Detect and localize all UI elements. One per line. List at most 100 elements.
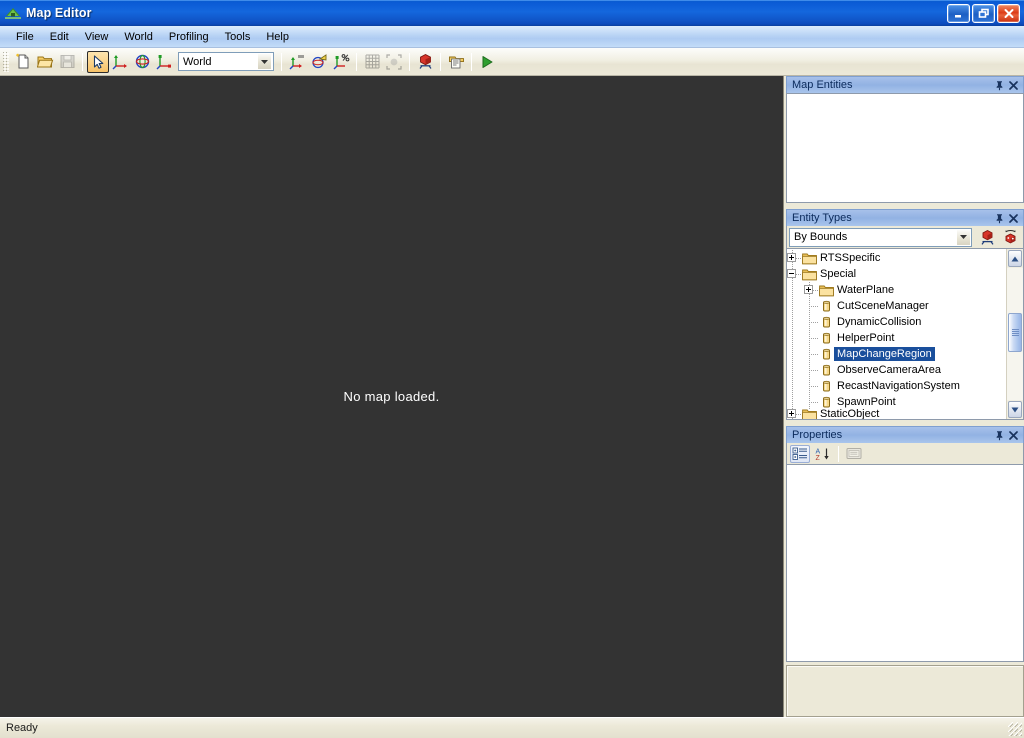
- tree-indent-guide: [787, 346, 819, 362]
- folder-icon: [801, 266, 817, 282]
- no-map-loaded-message: No map loaded.: [343, 389, 440, 404]
- close-icon[interactable]: [1006, 78, 1020, 92]
- menu-view[interactable]: View: [77, 28, 117, 46]
- menu-world[interactable]: World: [116, 28, 161, 46]
- map-entities-list[interactable]: [786, 93, 1024, 203]
- collapse-icon[interactable]: [787, 269, 796, 278]
- resize-grip-icon[interactable]: [1008, 722, 1022, 736]
- toolbar-grip[interactable]: [3, 51, 9, 72]
- menu-tools[interactable]: Tools: [217, 28, 259, 46]
- tree-item-staticobject[interactable]: StaticObject: [787, 406, 1006, 419]
- pin-icon[interactable]: [992, 211, 1006, 225]
- tree-item-label: ObserveCameraArea: [837, 364, 941, 376]
- new-map-button[interactable]: [12, 51, 34, 73]
- tree-item-mapchangeregion[interactable]: MapChangeRegion: [787, 346, 1006, 362]
- tree-indent-guide: [787, 250, 802, 266]
- scroll-up-button[interactable]: [1008, 250, 1022, 267]
- tree-indent-guide: [787, 378, 819, 394]
- chevron-down-icon[interactable]: [257, 53, 272, 70]
- tree-indent-guide: [787, 330, 819, 346]
- scale-tool-button[interactable]: [153, 51, 175, 73]
- entity-type-icon: [818, 298, 834, 314]
- map-editor-app-icon: [4, 4, 22, 22]
- properties-grid[interactable]: [786, 464, 1024, 662]
- close-icon[interactable]: [1006, 211, 1020, 225]
- tree-item-label: HelperPoint: [837, 332, 895, 344]
- tree-item-dynamiccollision[interactable]: DynamicCollision: [787, 314, 1006, 330]
- tree-indent-guide: [787, 298, 819, 314]
- tree-item-helperpoint[interactable]: HelperPoint: [787, 330, 1006, 346]
- scrollbar-track[interactable]: [1007, 268, 1023, 400]
- alphabetical-sort-button[interactable]: A Z: [813, 445, 833, 463]
- toolbar-separator: [471, 52, 472, 71]
- run-button[interactable]: [476, 51, 498, 73]
- place-entity-button[interactable]: [414, 51, 436, 73]
- scroll-down-button[interactable]: [1008, 401, 1022, 418]
- scrollbar-thumb[interactable]: [1008, 312, 1022, 353]
- tree-item-observecameraarea[interactable]: ObserveCameraArea: [787, 362, 1006, 378]
- expand-icon[interactable]: [804, 285, 813, 294]
- select-tool-button[interactable]: [87, 50, 109, 73]
- entity-type-icon: [818, 314, 834, 330]
- entity-properties-button[interactable]: [445, 51, 467, 73]
- map-entities-panel-header: Map Entities: [786, 76, 1024, 93]
- map-viewport[interactable]: No map loaded.: [0, 76, 784, 717]
- tree-item-label: DynamicCollision: [837, 316, 922, 328]
- entity-type-icon: [818, 330, 834, 346]
- properties-panel-title: Properties: [792, 429, 843, 441]
- rotate-tool-button[interactable]: [131, 51, 153, 73]
- snap-rotate-button[interactable]: [308, 51, 330, 73]
- scrollbar-grip-icon: [1011, 329, 1019, 337]
- entity-type-icon: [818, 378, 834, 394]
- entity-types-tree[interactable]: RTSSpecific Special WaterPlane CutSceneMana…: [787, 249, 1006, 419]
- minimize-button[interactable]: [947, 3, 970, 23]
- snap-scale-button[interactable]: [330, 51, 352, 73]
- open-map-button[interactable]: [34, 51, 56, 73]
- entity-types-scrollbar[interactable]: [1006, 249, 1023, 419]
- categorized-view-button[interactable]: [790, 444, 810, 463]
- menu-profiling[interactable]: Profiling: [161, 28, 217, 46]
- snap-translate-button[interactable]: [286, 51, 308, 73]
- toolbar-separator: [440, 52, 441, 71]
- properties-panel: Properties A Z: [786, 426, 1024, 717]
- translate-tool-button[interactable]: [109, 51, 131, 73]
- random-entity-button[interactable]: [1000, 227, 1021, 247]
- frame-selection-button[interactable]: [383, 51, 405, 73]
- place-entity-type-button[interactable]: [977, 227, 998, 247]
- pin-icon[interactable]: [992, 78, 1006, 92]
- pin-icon[interactable]: [992, 428, 1006, 442]
- toolbar-separator: [356, 52, 357, 71]
- window-title: Map Editor: [26, 6, 92, 20]
- status-message: Ready: [6, 722, 38, 734]
- close-button[interactable]: [997, 3, 1020, 23]
- tree-item-rtsspecific[interactable]: RTSSpecific: [787, 250, 1006, 266]
- main-toolbar: World: [0, 48, 1024, 76]
- restore-button[interactable]: [972, 3, 995, 23]
- entity-filter-combo[interactable]: By Bounds: [789, 227, 972, 247]
- tree-item-recastnavigationsystem[interactable]: RecastNavigationSystem: [787, 378, 1006, 394]
- folder-icon: [818, 282, 834, 298]
- tree-item-waterplane[interactable]: WaterPlane: [787, 282, 1006, 298]
- expand-icon[interactable]: [787, 253, 796, 262]
- svg-text:Z: Z: [816, 455, 821, 461]
- property-pages-button[interactable]: [844, 445, 864, 463]
- menu-file[interactable]: File: [8, 28, 42, 46]
- menu-edit[interactable]: Edit: [42, 28, 77, 46]
- tree-item-label: Special: [820, 268, 857, 280]
- chevron-down-icon[interactable]: [956, 228, 971, 246]
- menu-bar: File Edit View World Profiling Tools Hel…: [0, 26, 1024, 48]
- tree-item-cutscenemanager[interactable]: CutSceneManager: [787, 298, 1006, 314]
- expand-icon[interactable]: [787, 409, 796, 418]
- map-entities-panel-title: Map Entities: [792, 79, 853, 91]
- tree-indent-guide: [787, 266, 802, 282]
- save-map-button[interactable]: [56, 51, 78, 73]
- close-icon[interactable]: [1006, 428, 1020, 442]
- tree-item-label: WaterPlane: [837, 284, 895, 296]
- tree-item-special[interactable]: Special: [787, 266, 1006, 282]
- show-grid-button[interactable]: [361, 51, 383, 73]
- entity-types-panel-header: Entity Types: [786, 209, 1024, 226]
- menu-help[interactable]: Help: [258, 28, 297, 46]
- coordinate-space-combo[interactable]: World: [178, 52, 274, 71]
- title-bar: Map Editor: [0, 0, 1024, 26]
- properties-toolbar-separator: [838, 445, 839, 462]
